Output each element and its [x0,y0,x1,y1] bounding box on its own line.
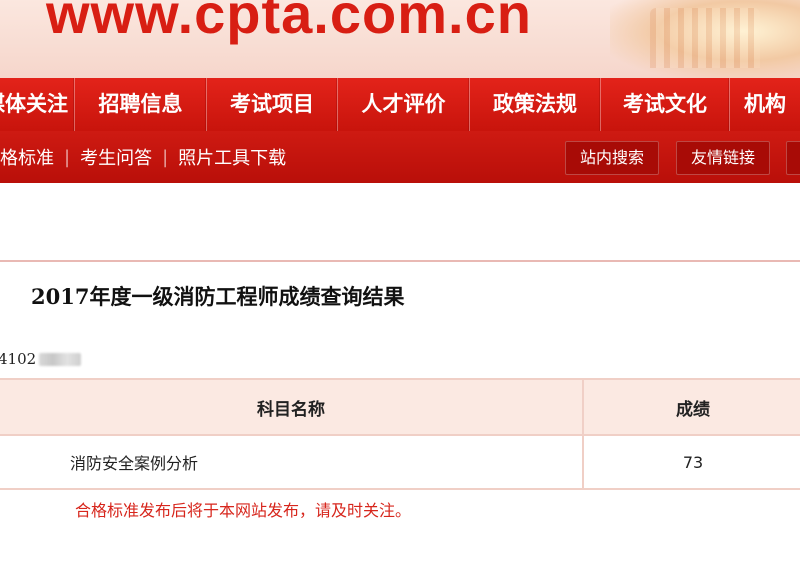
nav-institutions[interactable]: 机构 [730,78,800,131]
table-header-row: 科目名称 成绩 [0,378,800,436]
candidate-id: 4102 [0,349,82,369]
nav-media-focus[interactable]: 媒体关注 [0,78,75,131]
sub-nav-separator: | [162,146,169,168]
notice-text: 合格标准发布后将于本网站发布，请及时关注。 [75,501,412,520]
score-table: 科目名称 成绩 消防安全案例分析 73 [0,378,800,490]
nav-exam-projects[interactable]: 考试项目 [207,78,338,131]
sub-nav-separator: | [64,146,71,168]
site-search-button[interactable]: 站内搜索 [565,141,660,175]
candidate-id-mask [39,352,82,366]
sub-nav-links: 合格标准 | 考生问答 | 照片工具下载 [0,131,286,183]
subnav-more-button[interactable] [786,141,800,175]
column-header-subject: 科目名称 [0,378,584,436]
table-row: 消防安全案例分析 73 [0,434,800,490]
sub-link-candidate-qa[interactable]: 考生问答 [80,144,152,170]
result-title: 2017年度一级消防工程师成绩查询结果 [31,284,405,309]
sub-link-pass-standard[interactable]: 合格标准 [0,144,54,170]
sub-link-photo-tool-download[interactable]: 照片工具下载 [178,144,286,170]
candidate-id-visible: 4102 [0,350,37,368]
main-nav: 媒体关注 招聘信息 考试项目 人才评价 政策法规 考试文化 机构 [0,78,800,131]
friend-links-button[interactable]: 友情链接 [676,141,771,175]
score-cell: 73 [582,434,800,490]
nav-recruitment[interactable]: 招聘信息 [75,78,207,131]
nav-policies[interactable]: 政策法规 [470,78,601,131]
site-banner: www.cpta.com.cn [0,0,800,78]
sub-nav: 合格标准 | 考生问答 | 照片工具下载 站内搜索 友情链接 [0,131,800,183]
site-url-logo[interactable]: www.cpta.com.cn [46,0,532,42]
column-header-score: 成绩 [582,378,800,436]
banner-gate-image [650,8,760,68]
nav-exam-culture[interactable]: 考试文化 [601,78,730,131]
content-divider [0,260,800,262]
subject-name-cell: 消防安全案例分析 [0,434,584,490]
nav-talent-evaluation[interactable]: 人才评价 [338,78,470,131]
